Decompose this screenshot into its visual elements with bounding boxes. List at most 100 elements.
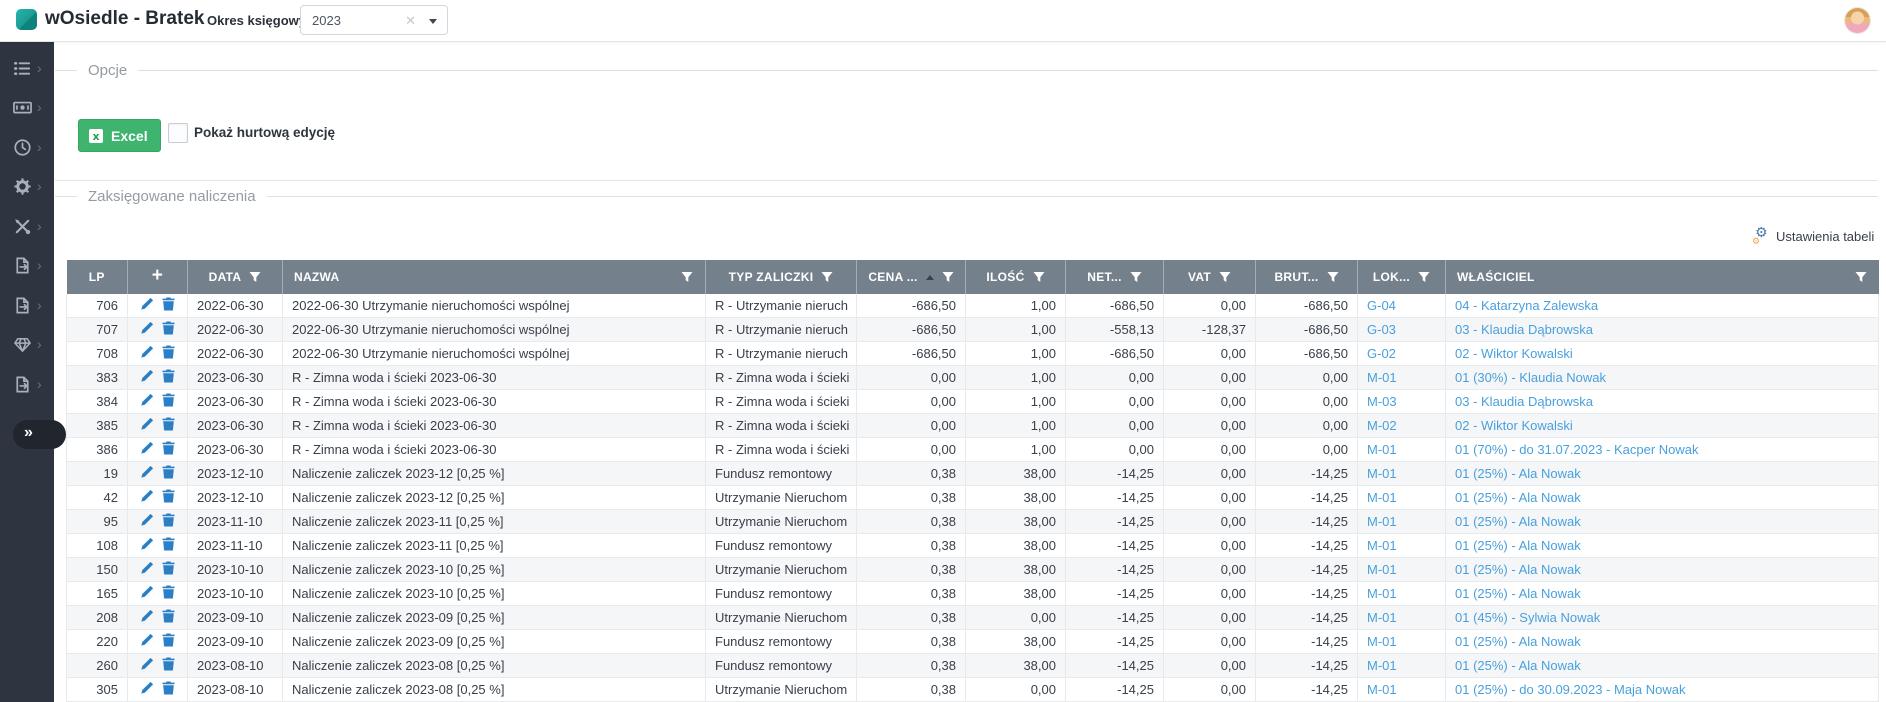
- delete-button[interactable]: [162, 513, 175, 527]
- delete-button[interactable]: [162, 369, 175, 383]
- column-header-typ[interactable]: TYP ZALICZKI: [706, 260, 857, 294]
- clear-icon[interactable]: ✕: [405, 13, 416, 29]
- delete-button[interactable]: [162, 345, 175, 359]
- filter-icon[interactable]: [1219, 271, 1231, 283]
- filter-icon[interactable]: [249, 271, 261, 283]
- column-header-data[interactable]: DATA: [188, 260, 283, 294]
- filter-icon[interactable]: [942, 271, 954, 283]
- bulk-edit-checkbox[interactable]: [168, 123, 188, 143]
- filter-icon[interactable]: [821, 271, 833, 283]
- delete-button[interactable]: [162, 465, 175, 479]
- column-header-brutto[interactable]: BRUT...: [1256, 260, 1358, 294]
- owner-link[interactable]: 01 (25%) - Ala Nowak: [1455, 466, 1581, 481]
- column-header-nazwa[interactable]: NAZWA: [283, 260, 706, 294]
- owner-link[interactable]: 03 - Klaudia Dąbrowska: [1455, 394, 1593, 409]
- delete-button[interactable]: [162, 657, 175, 671]
- owner-link[interactable]: 01 (25%) - Ala Nowak: [1455, 634, 1581, 649]
- lokal-link[interactable]: M-01: [1367, 442, 1397, 457]
- owner-link[interactable]: 04 - Katarzyna Zalewska: [1455, 298, 1598, 313]
- lokal-link[interactable]: M-01: [1367, 658, 1397, 673]
- owner-link[interactable]: 01 (25%) - Ala Nowak: [1455, 490, 1581, 505]
- edit-button[interactable]: [140, 297, 154, 311]
- edit-button[interactable]: [140, 489, 154, 503]
- lokal-link[interactable]: G-02: [1367, 346, 1396, 361]
- lokal-link[interactable]: M-01: [1367, 634, 1397, 649]
- sidebar-item-finances[interactable]: ›: [0, 96, 54, 120]
- edit-button[interactable]: [140, 513, 154, 527]
- lokal-link[interactable]: M-01: [1367, 610, 1397, 625]
- owner-link[interactable]: 01 (25%) - do 30.09.2023 - Maja Nowak: [1455, 682, 1686, 697]
- sidebar-item-documents[interactable]: ›: [0, 254, 54, 278]
- edit-button[interactable]: [140, 561, 154, 575]
- edit-button[interactable]: [140, 537, 154, 551]
- owner-link[interactable]: 02 - Wiktor Kowalski: [1455, 346, 1573, 361]
- owner-link[interactable]: 01 (25%) - Ala Nowak: [1455, 658, 1581, 673]
- user-avatar[interactable]: [1845, 8, 1870, 33]
- delete-button[interactable]: [162, 585, 175, 599]
- sidebar-item-settings[interactable]: ›: [0, 175, 54, 199]
- filter-icon[interactable]: [1418, 271, 1430, 283]
- owner-link[interactable]: 01 (45%) - Sylwia Nowak: [1455, 610, 1600, 625]
- column-header-actions[interactable]: +: [128, 260, 188, 294]
- edit-button[interactable]: [140, 657, 154, 671]
- lokal-link[interactable]: G-04: [1367, 298, 1396, 313]
- lokal-link[interactable]: M-01: [1367, 682, 1397, 697]
- owner-link[interactable]: 01 (30%) - Klaudia Nowak: [1455, 370, 1606, 385]
- lokal-link[interactable]: M-01: [1367, 514, 1397, 529]
- owner-link[interactable]: 01 (25%) - Ala Nowak: [1455, 586, 1581, 601]
- sidebar-item-tools[interactable]: ›: [0, 215, 54, 239]
- excel-export-button[interactable]: x Excel: [78, 119, 161, 152]
- sidebar-collapse-button[interactable]: »: [13, 420, 66, 449]
- edit-button[interactable]: [140, 465, 154, 479]
- delete-button[interactable]: [162, 633, 175, 647]
- lokal-link[interactable]: M-01: [1367, 562, 1397, 577]
- filter-icon[interactable]: [1033, 271, 1045, 283]
- delete-button[interactable]: [162, 393, 175, 407]
- edit-button[interactable]: [140, 633, 154, 647]
- lokal-link[interactable]: M-01: [1367, 538, 1397, 553]
- sidebar-item-lists[interactable]: ›: [0, 57, 54, 81]
- edit-button[interactable]: [140, 321, 154, 335]
- lokal-link[interactable]: M-02: [1367, 418, 1397, 433]
- filter-icon[interactable]: [681, 271, 693, 283]
- edit-button[interactable]: [140, 681, 154, 695]
- chevron-down-icon[interactable]: [429, 19, 437, 24]
- column-header-netto[interactable]: NET...: [1066, 260, 1164, 294]
- sidebar-item-reports[interactable]: ›: [0, 294, 54, 318]
- edit-button[interactable]: [140, 369, 154, 383]
- filter-icon[interactable]: [1855, 271, 1867, 283]
- sidebar-item-premium[interactable]: ›: [0, 333, 54, 357]
- delete-button[interactable]: [162, 489, 175, 503]
- delete-button[interactable]: [162, 297, 175, 311]
- sidebar-item-history[interactable]: ›: [0, 136, 54, 160]
- sidebar-item-export[interactable]: ›: [0, 373, 54, 397]
- lokal-link[interactable]: M-01: [1367, 586, 1397, 601]
- delete-button[interactable]: [162, 537, 175, 551]
- owner-link[interactable]: 03 - Klaudia Dąbrowska: [1455, 322, 1593, 337]
- lokal-link[interactable]: M-03: [1367, 394, 1397, 409]
- lokal-link[interactable]: M-01: [1367, 370, 1397, 385]
- lokal-link[interactable]: G-03: [1367, 322, 1396, 337]
- owner-link[interactable]: 01 (25%) - Ala Nowak: [1455, 514, 1581, 529]
- delete-button[interactable]: [162, 441, 175, 455]
- column-header-lok[interactable]: LOK...: [1358, 260, 1446, 294]
- column-header-lp[interactable]: LP: [67, 260, 128, 294]
- delete-button[interactable]: [162, 321, 175, 335]
- edit-button[interactable]: [140, 609, 154, 623]
- delete-button[interactable]: [162, 681, 175, 695]
- column-header-ilosc[interactable]: ILOŚĆ: [966, 260, 1066, 294]
- filter-icon[interactable]: [1130, 271, 1142, 283]
- owner-link[interactable]: 02 - Wiktor Kowalski: [1455, 418, 1573, 433]
- accounting-period-select[interactable]: 2023 ✕: [300, 5, 448, 35]
- delete-button[interactable]: [162, 417, 175, 431]
- edit-button[interactable]: [140, 417, 154, 431]
- filter-icon[interactable]: [1327, 271, 1339, 283]
- table-settings-link[interactable]: ⚙ ⚙ Ustawienia tabeli: [1755, 228, 1874, 244]
- owner-link[interactable]: 01 (70%) - do 31.07.2023 - Kacper Nowak: [1455, 442, 1699, 457]
- lokal-link[interactable]: M-01: [1367, 466, 1397, 481]
- edit-button[interactable]: [140, 393, 154, 407]
- owner-link[interactable]: 01 (25%) - Ala Nowak: [1455, 562, 1581, 577]
- column-header-wlasciciel[interactable]: WŁAŚCICIEL: [1446, 260, 1879, 294]
- delete-button[interactable]: [162, 561, 175, 575]
- edit-button[interactable]: [140, 585, 154, 599]
